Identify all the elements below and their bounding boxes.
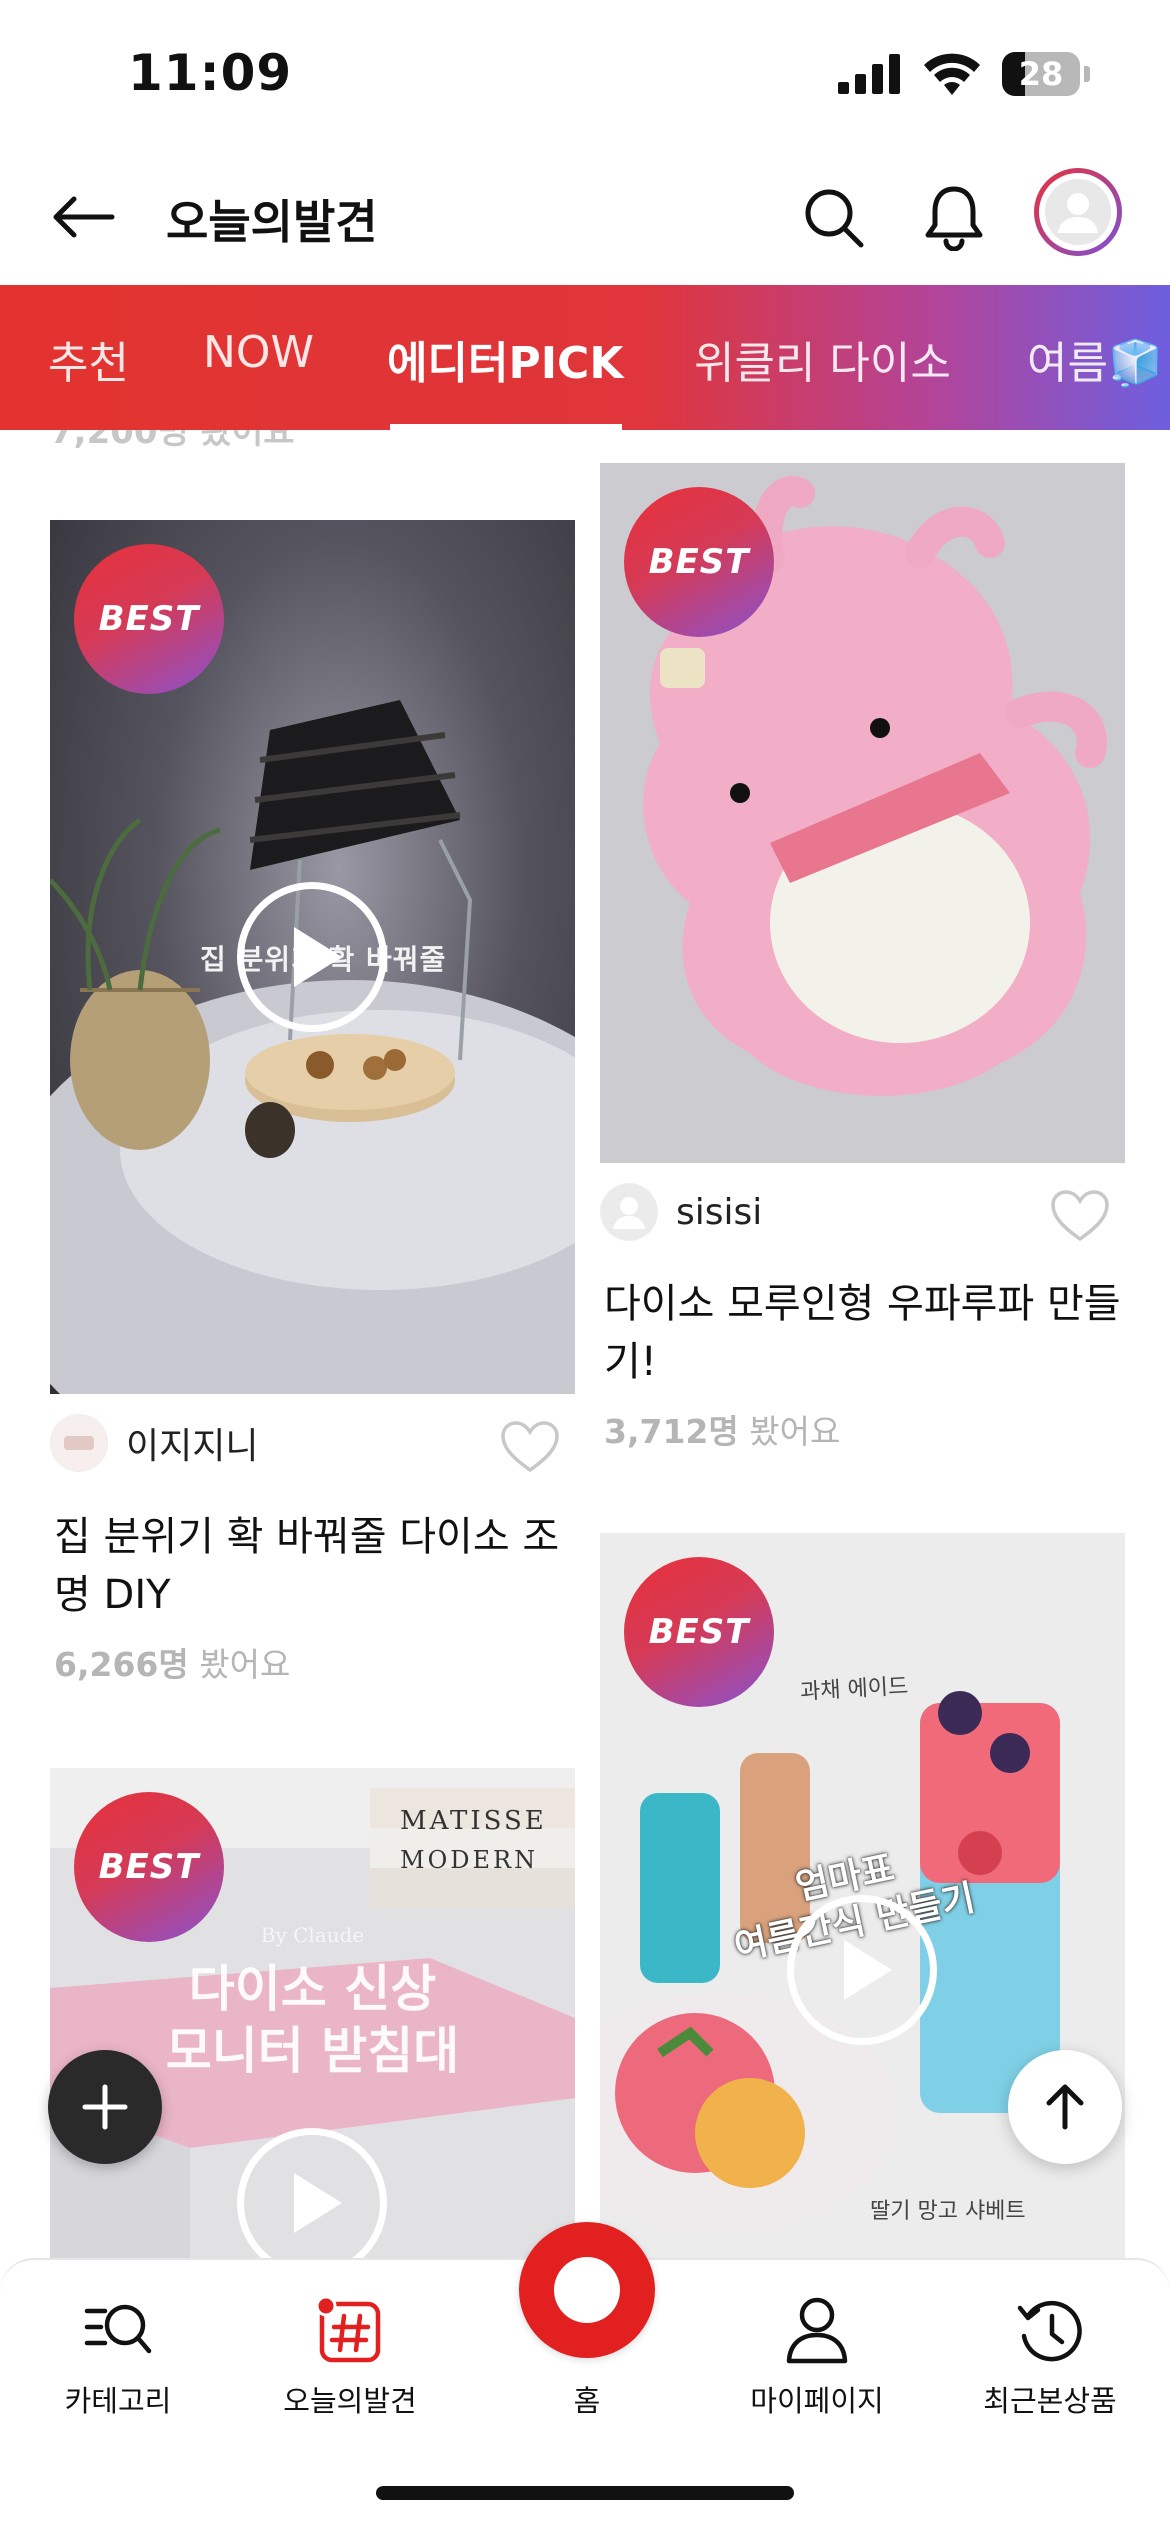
play-icon — [844, 1940, 892, 2000]
tab-weekly-daiso[interactable]: 위클리 다이소 — [694, 327, 951, 391]
hashtag-icon — [315, 2295, 381, 2363]
avatar[interactable] — [50, 1414, 108, 1472]
status-time: 11:09 — [128, 44, 293, 102]
book-spine-text: MATISSE — [400, 1806, 547, 1836]
scroll-to-top-button[interactable] — [1008, 2050, 1122, 2164]
avatar[interactable] — [600, 1183, 658, 1241]
user-avatar-icon — [601, 1184, 657, 1240]
tab-summer[interactable]: 여름🧊 — [1027, 327, 1163, 391]
notification-button[interactable] — [914, 178, 994, 258]
bottom-navigation: 카테고리 오늘의발견 홈 마이페이지 최근본상품 — [0, 2222, 1170, 2428]
cellular-signal-icon — [838, 54, 900, 94]
play-button[interactable] — [787, 1895, 937, 2045]
heart-icon[interactable] — [1050, 1189, 1110, 1243]
create-post-button[interactable] — [48, 2050, 162, 2164]
nav-mypage[interactable]: 마이페이지 — [717, 2290, 917, 2420]
handwritten-note: 과채 에이드 — [799, 1674, 909, 1705]
play-icon — [294, 927, 342, 987]
nav-label: 오늘의발견 — [283, 2384, 417, 2418]
nav-home[interactable] — [519, 2222, 655, 2358]
partial-view-count: 7,200명 봤어요 — [50, 430, 295, 452]
best-badge: BEST — [74, 544, 224, 694]
nav-label: 마이페이지 — [750, 2384, 884, 2418]
user-avatar-icon — [1045, 179, 1111, 245]
nav-label: 홈 — [573, 2384, 601, 2418]
nav-category[interactable]: 카테고리 — [18, 2290, 218, 2420]
feed-card[interactable]: MATISSE MODERN By Claude 다이소 신상 모니터 받침대 … — [50, 1768, 575, 2260]
arrow-up-icon — [1046, 2084, 1084, 2130]
play-button[interactable] — [237, 882, 387, 1032]
heart-icon[interactable] — [500, 1420, 560, 1474]
feed-card[interactable]: BEST 집 분위기 확 바꿔줄 이지지니 집 분위기 확 바꿔줄 다이소 조 … — [50, 520, 575, 1684]
best-badge: BEST — [624, 487, 774, 637]
history-icon — [1017, 2300, 1082, 2362]
bell-icon — [925, 186, 983, 251]
view-count: 6,266명 봤어요 — [54, 1645, 291, 1684]
tab-recommend[interactable]: 추천 — [48, 327, 129, 391]
nav-label: 최근본상품 — [983, 2384, 1117, 2418]
wifi-icon — [924, 53, 980, 95]
view-count: 3,712명 봤어요 — [604, 1412, 841, 1451]
home-icon — [554, 2257, 620, 2323]
status-icons: 28 — [838, 52, 1090, 96]
app-header: 오늘의발견 — [0, 150, 1170, 285]
category-tab-bar: 추천 NOW 에디터PICK 위클리 다이소 여름🧊 — [0, 285, 1170, 430]
feed-card[interactable]: BEST sisisi 다이소 모루인형 우파루파 만들 기! 3,712명 봤… — [600, 463, 1125, 1473]
best-badge: BEST — [74, 1792, 224, 1942]
plus-icon — [82, 2084, 128, 2130]
nav-discover[interactable]: 오늘의발견 — [250, 2290, 450, 2420]
home-indicator[interactable] — [376, 2486, 794, 2500]
battery-icon: 28 — [1002, 52, 1080, 96]
card-title[interactable]: 다이소 모루인형 우파루파 만들 기! — [604, 1275, 1121, 1391]
card-thumbnail[interactable]: BEST — [600, 463, 1125, 1163]
nav-label: 카테고리 — [64, 2384, 172, 2418]
card-thumbnail[interactable]: BEST 집 분위기 확 바꿔줄 — [50, 520, 575, 1394]
tab-now[interactable]: NOW — [203, 327, 314, 378]
card-thumbnail[interactable]: MATISSE MODERN By Claude 다이소 신상 모니터 받침대 … — [50, 1768, 575, 2260]
user-avatar-icon — [51, 1415, 107, 1471]
safe-area — [0, 2428, 1170, 2532]
page-title: 오늘의발견 — [166, 195, 378, 249]
back-button[interactable] — [44, 182, 124, 252]
search-icon — [805, 189, 864, 248]
profile-avatar-button[interactable] — [1034, 168, 1122, 256]
feed-content[interactable]: 7,200명 봤어요 BEST 집 분위기 확 바꿔줄 이지지니 집 분위기 확… — [0, 430, 1170, 2260]
play-icon — [294, 2173, 342, 2233]
battery-level: 28 — [1018, 55, 1064, 93]
person-icon — [786, 2297, 848, 2364]
category-search-icon — [84, 2304, 152, 2354]
status-bar: 11:09 28 — [0, 0, 1170, 150]
handwritten-note: 딸기 망고 샤베트 — [870, 2199, 1026, 2224]
best-badge: BEST — [624, 1557, 774, 1707]
author-name[interactable]: sisisi — [676, 1192, 762, 1233]
arrow-left-icon — [53, 196, 115, 238]
nav-recent[interactable]: 최근본상품 — [950, 2290, 1150, 2420]
card-title[interactable]: 집 분위기 확 바꿔줄 다이소 조 명 DIY — [54, 1508, 559, 1624]
book-spine-text: MODERN — [400, 1846, 539, 1874]
tab-editor-pick[interactable]: 에디터PICK — [387, 327, 623, 391]
author-name[interactable]: 이지지니 — [126, 1417, 258, 1469]
search-button[interactable] — [794, 178, 874, 258]
